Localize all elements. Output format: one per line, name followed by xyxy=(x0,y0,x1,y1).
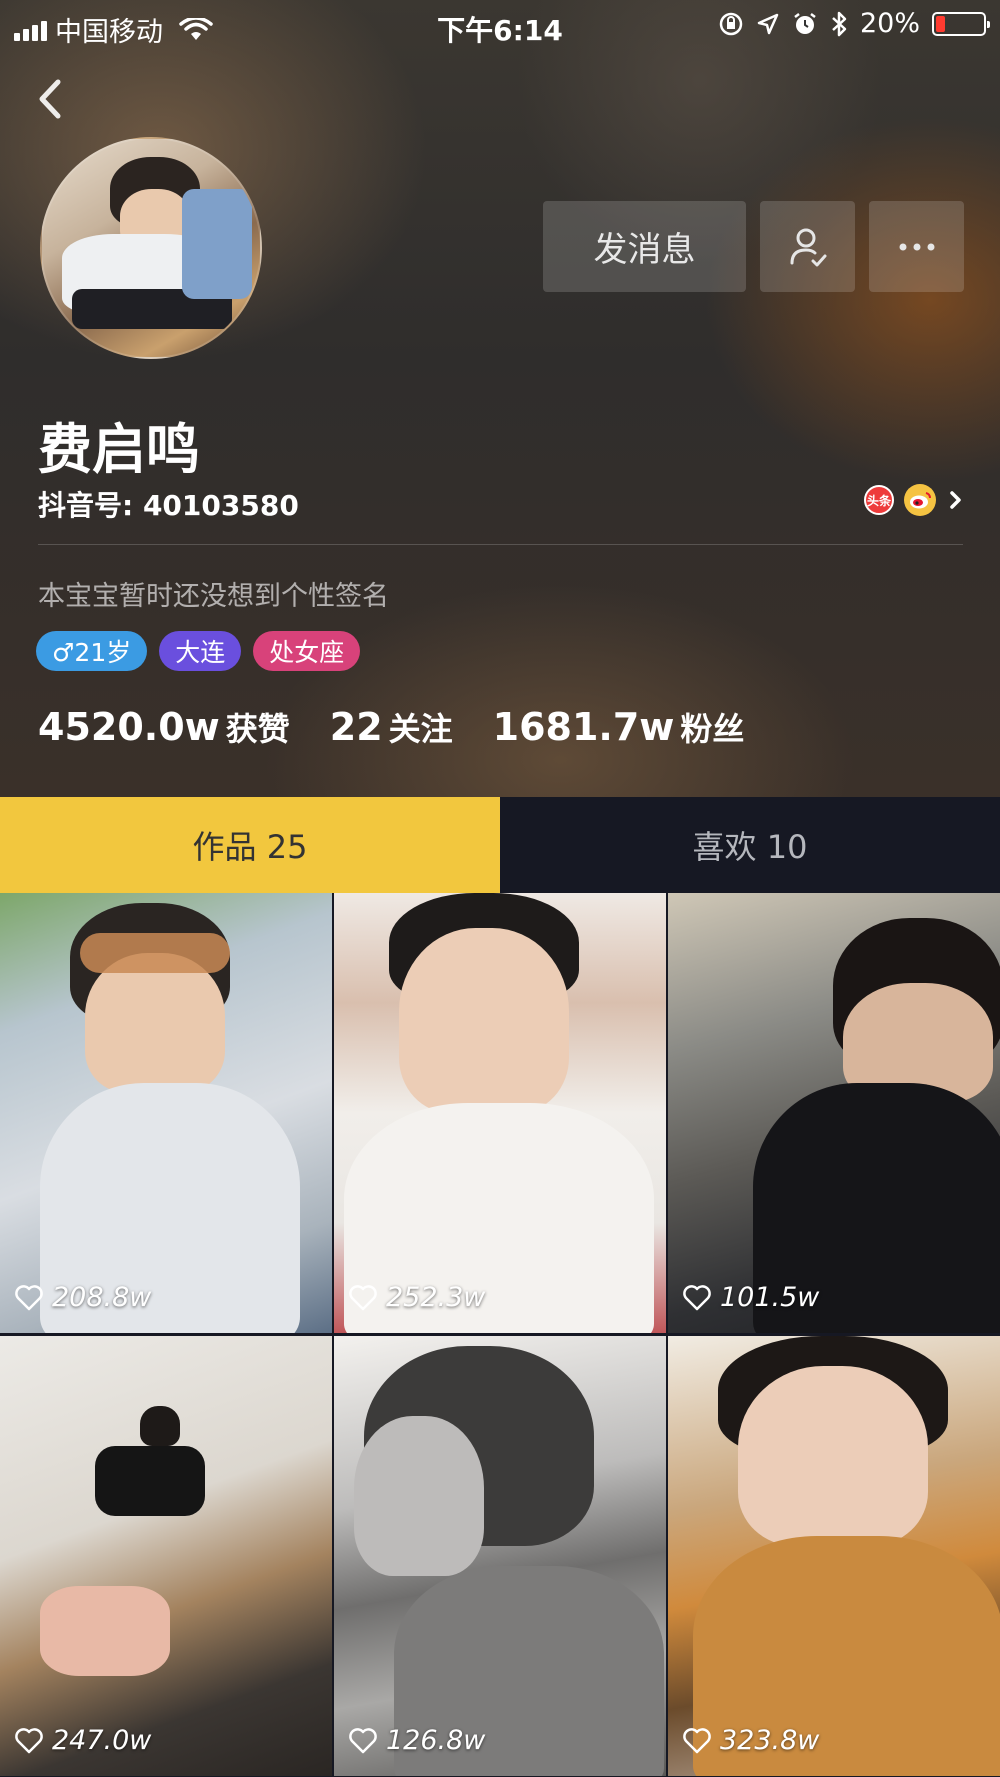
content-tabs: 作品 25 喜欢 10 xyxy=(0,797,1000,893)
video-likes: 208.8w xyxy=(14,1282,151,1313)
stat-following-label: 关注 xyxy=(388,710,453,748)
video-thumbnail[interactable]: 208.8w xyxy=(0,893,332,1333)
video-thumbnail[interactable]: 247.0w xyxy=(0,1336,332,1776)
battery-percent: 20% xyxy=(859,8,920,39)
back-icon[interactable] xyxy=(28,76,74,122)
profile-name: 费启鸣 xyxy=(38,418,200,481)
video-likes-count: 247.0w xyxy=(52,1725,152,1756)
tag-zodiac: 处女座 xyxy=(253,631,361,671)
bluetooth-icon xyxy=(832,11,847,36)
heart-icon xyxy=(349,1727,377,1753)
stat-followers-value: 1681.7w xyxy=(492,705,675,749)
more-button[interactable] xyxy=(869,201,964,292)
alarm-icon xyxy=(794,12,816,34)
video-likes: 101.5w xyxy=(682,1282,819,1313)
video-likes: 247.0w xyxy=(14,1725,151,1756)
header-background xyxy=(0,0,1000,797)
video-thumbnail[interactable]: 323.8w xyxy=(668,1336,1000,1776)
avatar[interactable] xyxy=(40,137,262,359)
status-bar: 中国移动 下午6:14 20% xyxy=(0,0,1000,52)
toutiao-icon[interactable]: 头条 xyxy=(864,485,894,515)
video-likes-count: 101.5w xyxy=(720,1282,820,1313)
heart-icon xyxy=(15,1727,43,1753)
more-dots-icon xyxy=(899,243,934,250)
social-links[interactable]: 头条 xyxy=(864,484,966,516)
profile-tags: ♂21岁 大连 处女座 xyxy=(36,631,361,671)
video-likes-count: 208.8w xyxy=(52,1282,152,1313)
video-thumbnail[interactable]: 252.3w xyxy=(334,893,666,1333)
battery-level xyxy=(936,15,945,32)
video-grid: 208.8w 252.3w 101.5w 247.0w 126.8w 323.8… xyxy=(0,893,1000,1777)
tab-likes[interactable]: 喜欢 10 xyxy=(500,797,1000,893)
video-likes-count: 323.8w xyxy=(720,1725,820,1756)
video-likes: 252.3w xyxy=(348,1282,485,1313)
video-likes-count: 126.8w xyxy=(386,1725,486,1756)
stat-followers-label: 粉丝 xyxy=(680,710,745,748)
status-right: 20% xyxy=(718,8,990,39)
weibo-icon[interactable] xyxy=(904,484,936,516)
profile-signature: 本宝宝暂时还没想到个性签名 xyxy=(38,581,389,612)
video-thumbnail[interactable]: 101.5w xyxy=(668,893,1000,1333)
stat-following-value: 22 xyxy=(329,705,383,749)
location-icon xyxy=(757,13,779,34)
followed-button[interactable] xyxy=(760,201,855,292)
user-check-icon xyxy=(790,228,826,266)
orientation-lock-icon xyxy=(719,12,743,35)
stat-likes[interactable]: 4520.0w 获赞 xyxy=(38,704,290,750)
video-likes-count: 252.3w xyxy=(386,1282,486,1313)
divider xyxy=(38,544,963,545)
stat-following[interactable]: 22 关注 xyxy=(330,704,453,750)
video-likes: 126.8w xyxy=(348,1725,485,1756)
profile-stats: 4520.0w 获赞 22 关注 1681.7w 粉丝 xyxy=(38,704,744,750)
stat-likes-label: 获赞 xyxy=(225,710,290,748)
douyin-id: 抖音号: 40103580 xyxy=(38,489,299,522)
send-message-button[interactable]: 发消息 xyxy=(543,201,746,292)
stat-followers[interactable]: 1681.7w 粉丝 xyxy=(493,704,745,750)
stat-likes-value: 4520.0w xyxy=(38,705,220,749)
tag-age: ♂21岁 xyxy=(36,631,148,671)
heart-icon xyxy=(683,1284,711,1310)
heart-icon xyxy=(349,1284,377,1310)
chevron-right-icon[interactable] xyxy=(946,486,966,514)
video-likes: 323.8w xyxy=(682,1725,819,1756)
video-thumbnail[interactable]: 126.8w xyxy=(334,1336,666,1776)
heart-icon xyxy=(683,1727,711,1753)
tab-works[interactable]: 作品 25 xyxy=(0,797,500,893)
tag-city: 大连 xyxy=(159,631,242,671)
battery-icon xyxy=(932,11,990,36)
heart-icon xyxy=(15,1284,43,1310)
